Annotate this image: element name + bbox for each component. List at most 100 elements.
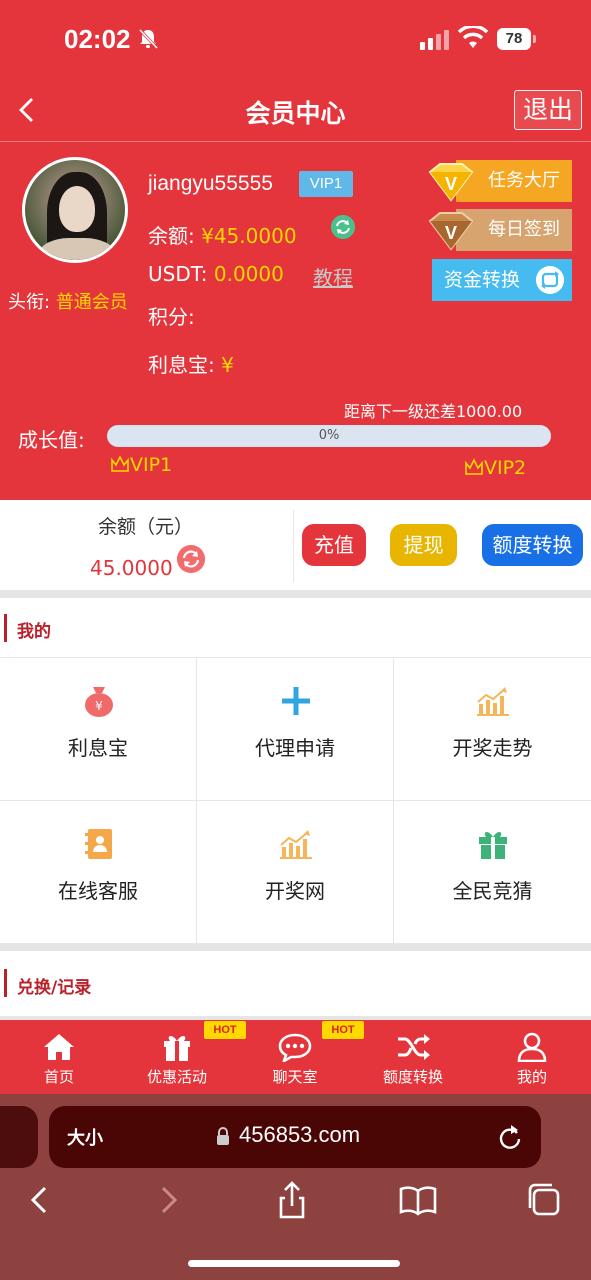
growth-label: 成长值: (18, 428, 85, 452)
exchange-section-title: 兑换/记录 (17, 978, 92, 998)
interest-row: 利息宝: ¥ (148, 349, 234, 378)
interest-value: ¥ (221, 353, 234, 377)
page-title: 会员中心 (245, 99, 346, 128)
crown-icon (465, 458, 483, 475)
fund-transfer-button[interactable]: 资金转换 (432, 259, 572, 301)
grid-item-interest[interactable]: ¥ 利息宝 (0, 658, 197, 801)
grid-item-quiz[interactable]: 全民竞猜 (394, 801, 591, 944)
tab-mine[interactable]: 我的 (473, 1020, 591, 1094)
daily-signin-button[interactable]: 每日签到 V (426, 209, 572, 251)
address-bar[interactable]: 大小 456853.com (49, 1106, 541, 1168)
next-level-gap: 距离下一级还差1000.00 (344, 402, 523, 421)
tab-label: 优惠活动 (146, 1068, 207, 1086)
grid-item-agent-apply[interactable]: 代理申请 (197, 658, 394, 801)
status-time: 02:02 (64, 24, 131, 54)
profile-panel: 头衔: 普通会员 jiangyu55555 VIP1 余额: ¥45.0000 … (0, 142, 591, 500)
vip-gem-icon: V (428, 163, 474, 202)
bell-muted-icon (138, 28, 158, 50)
next-level-label: VIP2 (484, 457, 527, 479)
battery-level: 78 (497, 28, 531, 50)
browser-forward-icon[interactable] (148, 1180, 188, 1220)
grid-item-label: 全民竞猜 (452, 879, 533, 903)
exchange-section-header: 兑换/记录 (0, 951, 591, 1017)
vip-gem-icon: V (428, 212, 474, 251)
gift-icon (164, 1036, 190, 1061)
avatar[interactable] (22, 157, 128, 263)
grid-item-draw-trend[interactable]: 开奖走势 (394, 658, 591, 801)
grid-item-label: 在线客服 (58, 879, 138, 903)
task-hall-button[interactable]: 任务大厅 V (426, 160, 572, 202)
tab-label: 额度转换 (382, 1068, 443, 1086)
member-title: 头衔: 普通会员 (8, 288, 128, 314)
bookmarks-icon[interactable] (398, 1180, 438, 1220)
current-level-label: VIP1 (130, 454, 173, 476)
withdraw-button[interactable]: 提现 (390, 524, 457, 566)
tabs-icon[interactable] (524, 1180, 564, 1220)
tab-label: 聊天室 (272, 1068, 318, 1086)
tab-label: 首页 (43, 1068, 74, 1086)
member-title-value: 普通会员 (55, 292, 128, 313)
grid-item-draw-site[interactable]: 开奖网 (197, 801, 394, 944)
mine-section-title: 我的 (17, 622, 51, 642)
grid-item-label: 利息宝 (68, 736, 128, 760)
lock-icon (217, 1127, 229, 1145)
logout-button[interactable]: 退出 (514, 90, 582, 130)
recharge-button[interactable]: 充值 (302, 524, 366, 566)
balance-bar-label: 余额（元） (98, 516, 194, 538)
gift-icon (479, 832, 507, 859)
exchange-icon (536, 266, 564, 294)
tab-quota-transfer[interactable]: 额度转换 (354, 1020, 472, 1094)
user-icon (517, 1032, 547, 1062)
growth-progress-bar: 0% (107, 425, 551, 447)
plus-icon (282, 687, 310, 715)
mine-section-header: 我的 (0, 598, 591, 658)
status-bar: 02:02 78 (0, 0, 591, 80)
next-level: VIP2 (464, 457, 526, 479)
home-icon (44, 1034, 74, 1060)
points-label: 积分: (148, 305, 195, 329)
text-size-button[interactable]: 大小 (67, 1124, 103, 1150)
url-text[interactable]: 456853.com (239, 1122, 360, 1148)
grid-item-label: 开奖走势 (452, 736, 533, 760)
trend-chart-icon (280, 830, 312, 859)
balance-label: 余额: (148, 224, 195, 248)
current-level: VIP1 (110, 454, 172, 476)
grid-item-label: 开奖网 (265, 879, 325, 903)
chat-icon (278, 1033, 312, 1062)
home-indicator (188, 1260, 400, 1267)
previous-tab[interactable] (0, 1106, 38, 1168)
grid-item-customer-service[interactable]: 在线客服 (0, 801, 197, 944)
refresh-icon[interactable] (331, 215, 355, 239)
balance-value: ¥45.0000 (201, 224, 297, 248)
battery-indicator: 78 (497, 28, 537, 50)
usdt-value: 0.0000 (213, 262, 284, 286)
tab-home[interactable]: 首页 (0, 1020, 118, 1094)
wifi-icon (458, 26, 488, 48)
growth-progress-text: 0% (318, 428, 340, 443)
balance-row: 余额: ¥45.0000 (148, 220, 297, 249)
hot-badge: HOT (322, 1021, 364, 1039)
mine-grid: ¥ 利息宝 代理申请 开奖走势 在线客服 开奖网 全民竞猜 (0, 658, 591, 944)
usdt-label: USDT: (148, 262, 208, 286)
hot-badge: HOT (204, 1021, 246, 1039)
interest-label: 利息宝: (148, 353, 215, 377)
bottom-tab-bar: 首页 优惠活动 聊天室 额度转换 我的 (0, 1020, 591, 1094)
tutorial-link[interactable]: 教程 (313, 262, 353, 291)
username: jiangyu55555 (148, 172, 273, 195)
reload-icon[interactable] (497, 1123, 523, 1151)
svg-text:V: V (445, 223, 457, 243)
fund-transfer-label: 资金转换 (444, 269, 521, 291)
svg-text:V: V (445, 174, 457, 194)
share-icon[interactable] (272, 1180, 312, 1220)
vip-badge: VIP1 (299, 171, 353, 197)
balance-bar-amount: 45.0000 (90, 556, 173, 580)
usdt-row: USDT: 0.0000 (148, 262, 284, 286)
browser-back-icon[interactable] (20, 1180, 60, 1220)
tab-label: 我的 (516, 1068, 547, 1086)
quota-transfer-button[interactable]: 额度转换 (482, 524, 583, 566)
member-title-label: 头衔: (8, 292, 51, 313)
contact-book-icon (85, 829, 112, 859)
refresh-icon[interactable] (177, 545, 205, 573)
grid-item-label: 代理申请 (255, 736, 335, 760)
crown-icon (111, 455, 129, 472)
